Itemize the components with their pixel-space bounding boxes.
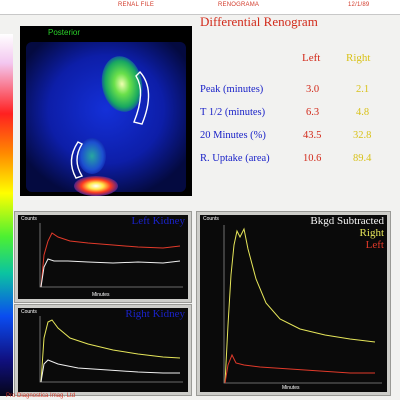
subtracted-title: Bkgd Subtracted [310,215,384,227]
left-kidney-panel: Counts Minutes Left Kidney [14,211,192,303]
right-kidney-white-curve [40,359,180,383]
right-kidney-curves [39,316,183,383]
metric-label-thalf: T 1/2 (minutes) [200,107,266,118]
renogram-screen: { "header": { "study": "RENAL FILE", "mo… [0,0,400,400]
left-kidney-curves [39,223,183,288]
subtracted-legend-right: Right [359,227,384,239]
metric-peak-right: 2.1 [356,84,370,95]
subtracted-plot: Counts Minutes [200,215,387,392]
left-kidney-plot: Counts Minutes [18,215,188,299]
metric-thalf-right: 4.8 [356,107,370,118]
metric-thalf-left: 6.3 [306,107,320,118]
right-kidney-title: Right Kidney [125,308,185,320]
header-mode: RENOGRAMA [218,2,260,8]
column-header-right: Right [346,52,371,64]
subtracted-panel: Counts Minutes Bkgd Subtracted Right Lef… [196,211,391,396]
metric-label-20min: 20 Minutes (%) [200,130,266,141]
left-kidney-title: Left Kidney [131,215,185,227]
subtracted-right-curve [224,227,376,384]
header-date: 12/1/89 [348,2,370,8]
metric-20min-right: 32.8 [353,130,372,141]
header-bar: RENAL FILE RENOGRAMA 12/1/89 [0,0,400,15]
bladder-hotspot [74,176,118,196]
metric-uptake-left: 10.6 [303,153,322,164]
renal-scan-image: Posterior [20,26,192,196]
metric-label-peak: Peak (minutes) [200,84,264,95]
subtracted-left-curve [224,353,375,384]
color-scale-bar [0,34,13,396]
right-kidney-axes [39,316,183,383]
page-title: Differential Renogram [200,14,318,29]
left-kidney-white-curve [40,258,181,288]
footer-credit: Pro Diagnostica Imag. Ltd [6,393,76,399]
subtracted-legend-left: Left [365,239,384,251]
left-kidney-red-curve [40,232,181,288]
left-kidney-axes [39,223,183,288]
scan-svg [26,42,186,196]
right-kidney-plot: Counts [18,308,188,392]
metric-20min-left: 43.5 [303,130,322,141]
metric-uptake-right: 89.4 [353,153,372,164]
header-study: RENAL FILE [118,2,155,8]
right-kidney-panel: Counts Right Kidney [14,304,192,396]
column-header-left: Left [302,52,321,64]
scan-view-label: Posterior [48,28,81,37]
subtracted-curves [223,225,382,384]
metric-label-uptake: R. Uptake (area) [200,153,270,164]
metric-peak-left: 3.0 [306,84,320,95]
